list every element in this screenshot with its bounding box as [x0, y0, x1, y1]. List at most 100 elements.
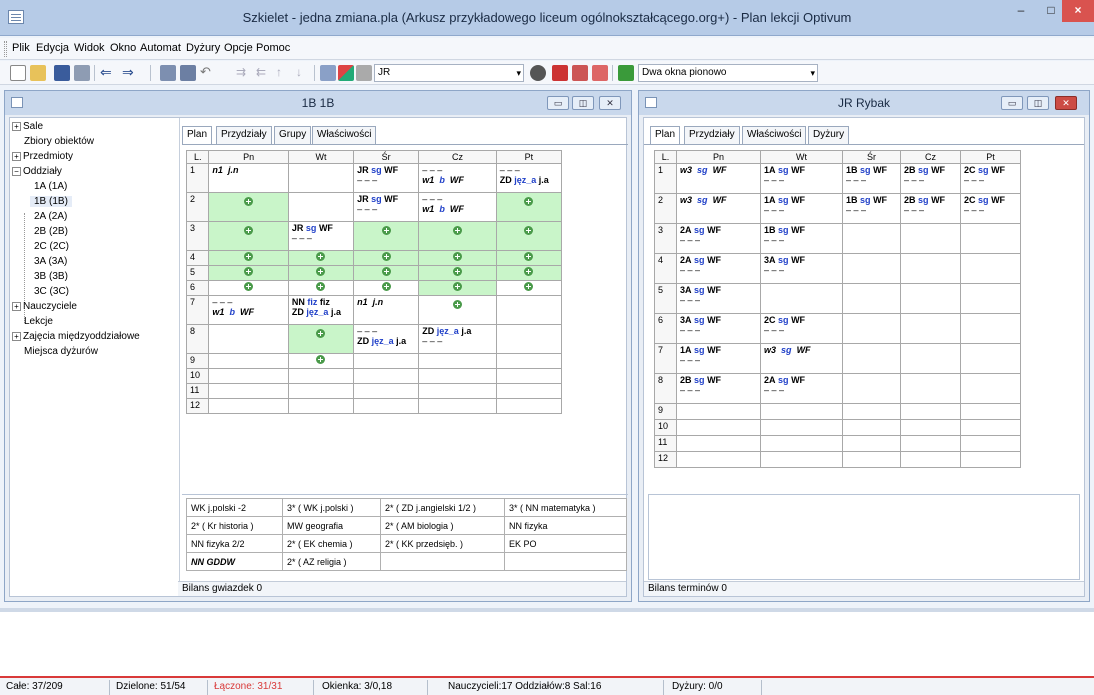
cell-r1-pt[interactable]: – – – ZD jęz_a j.a [495, 163, 563, 193]
add-lesson-icon[interactable] [244, 282, 254, 291]
cell-r6-pn[interactable] [208, 280, 289, 296]
cell-r8-sr[interactable]: – – – ZD jęz_a j.a [353, 324, 420, 354]
add-lesson-icon[interactable] [453, 267, 462, 276]
unassigned-lesson[interactable]: NN GDDW [186, 552, 283, 571]
cell-r4-sr[interactable] [353, 250, 420, 266]
menu-okno[interactable]: Okno [110, 42, 136, 54]
add-lesson-icon[interactable] [381, 267, 391, 276]
cell-r6-pt[interactable] [495, 280, 563, 296]
unassigned-lesson[interactable]: 3* ( NN matematyka ) [504, 498, 627, 517]
cell-r5-cz[interactable] [900, 283, 961, 314]
cell-r12-wt[interactable] [760, 451, 843, 468]
cell-r10-cz[interactable] [900, 419, 961, 436]
tree-item-2b[interactable]: 2B (2B) [34, 226, 68, 237]
cell-r6-cz[interactable] [418, 280, 497, 296]
child-restore-button[interactable]: ◫ [1027, 96, 1049, 110]
cell-r9-sr[interactable] [842, 403, 901, 420]
cell-r3-pt[interactable] [495, 221, 563, 251]
grid-view-icon[interactable] [552, 65, 568, 81]
cell-r11-sr[interactable] [842, 435, 901, 452]
cell-r5-cz[interactable] [418, 265, 497, 281]
add-lesson-icon[interactable] [316, 329, 326, 338]
cell-r1-wt[interactable]: 1A sg WF – – – [760, 163, 843, 194]
cell-r9-wt[interactable] [287, 353, 355, 369]
expand-icon[interactable]: + [12, 301, 21, 311]
cell-r10-pn[interactable] [676, 419, 761, 436]
menu-edycja[interactable]: Edycja [36, 42, 69, 54]
refresh-icon[interactable] [618, 65, 634, 81]
unassigned-lesson[interactable]: MW geografia [282, 516, 381, 535]
cell-r1-cz[interactable]: – – – w1 b WF [418, 163, 497, 193]
cell-r12-pt[interactable] [495, 398, 563, 414]
unassigned-lesson[interactable] [504, 552, 627, 571]
add-lesson-icon[interactable] [524, 267, 534, 276]
cell-r9-cz[interactable] [900, 403, 961, 420]
tree-item-zajecia[interactable]: + Zajęcia międzyoddziałowe [12, 331, 140, 342]
cell-r5-pn[interactable]: 3A sg WF – – – [676, 283, 761, 314]
cell-r8-pn[interactable]: 2B sg WF – – – [676, 373, 761, 404]
tree-item-2c[interactable]: 2C (2C) [34, 241, 69, 252]
object-tree[interactable]: + Sale Zbiory obiektów + Przedmioty − Oddzi… [10, 118, 180, 596]
cell-r6-sr[interactable] [842, 313, 901, 344]
open-folder-icon[interactable] [30, 65, 46, 81]
cell-r11-wt[interactable] [760, 435, 843, 452]
schedule-icon[interactable] [320, 65, 336, 81]
unassigned-lesson[interactable]: 2* ( AZ religia ) [282, 552, 381, 571]
cell-r2-pt[interactable]: 2C sg WF – – – [960, 193, 1021, 224]
child-minimize-button[interactable]: ▭ [547, 96, 569, 110]
child-close-button[interactable]: ✕ [1055, 96, 1077, 110]
cell-r11-pn[interactable] [676, 435, 761, 452]
tab-grupy[interactable]: Grupy [274, 126, 312, 144]
cell-r11-cz[interactable] [418, 383, 497, 399]
class-window-titlebar[interactable]: 1B 1B ▭ ◫ ✕ [5, 91, 631, 115]
cell-r3-cz[interactable] [418, 221, 497, 251]
cell-r4-wt[interactable]: 3A sg WF – – – [760, 253, 843, 284]
cell-r3-wt[interactable]: 1B sg WF – – – [760, 223, 843, 254]
undo-icon[interactable]: ↶ [200, 65, 216, 81]
cell-r6-wt[interactable]: 2C sg WF – – – [760, 313, 843, 344]
tree-item-zbiory[interactable]: Zbiory obiektów [24, 136, 94, 147]
chevron-down-icon[interactable]: ▾ [516, 65, 521, 81]
cell-r4-pt[interactable] [495, 250, 563, 266]
cell-r5-sr[interactable] [353, 265, 420, 281]
tree-item-2a[interactable]: 2A (2A) [34, 211, 67, 222]
cell-r9-pn[interactable] [676, 403, 761, 420]
cell-r2-pn[interactable]: w3 sg WF [676, 193, 761, 224]
add-lesson-icon[interactable] [244, 252, 254, 261]
save-icon[interactable] [54, 65, 70, 81]
cell-r7-wt[interactable]: w3 sg WF [760, 343, 843, 374]
cell-r7-pn[interactable]: 1A sg WF – – – [676, 343, 761, 374]
menu-plik[interactable]: Plik [12, 42, 30, 54]
tree-item-1b[interactable]: 1B (1B) [30, 196, 72, 207]
minimize-button[interactable]: – [1006, 0, 1036, 22]
menu-pomoc[interactable]: Pomoc [256, 42, 290, 54]
cell-r11-cz[interactable] [900, 435, 961, 452]
cell-r6-cz[interactable] [900, 313, 961, 344]
add-lesson-icon[interactable] [453, 282, 462, 291]
cell-r2-pn[interactable] [208, 192, 289, 222]
cell-r7-pn[interactable]: – – – w1 b WF [208, 295, 289, 325]
cell-r1-sr[interactable]: JR sg WF – – – [353, 163, 420, 193]
tree-item-przedmioty[interactable]: + Przedmioty [12, 151, 73, 162]
compare-view-icon[interactable] [592, 65, 608, 81]
add-lesson-icon[interactable] [316, 252, 326, 261]
tree-item-3c[interactable]: 3C (3C) [34, 286, 69, 297]
teacher-unassigned-panel[interactable] [648, 494, 1080, 580]
class-schedule-grid[interactable]: L. Pn Wt Śr Cz Pt 1 n1 j.n JR sg WF – – –… [185, 150, 563, 414]
indent-icon[interactable]: ⇉ [236, 65, 252, 81]
tree-item-oddzialy[interactable]: − Oddziały [12, 166, 62, 177]
cell-r12-wt[interactable] [287, 398, 355, 414]
down-icon[interactable]: ↓ [296, 65, 312, 81]
cell-r8-pn[interactable] [208, 324, 289, 354]
cell-r5-wt[interactable] [287, 265, 355, 281]
expand-icon[interactable]: + [12, 331, 21, 341]
tree-item-1a[interactable]: 1A (1A) [34, 181, 67, 192]
cell-r10-sr[interactable] [842, 419, 901, 436]
child-close-button[interactable]: ✕ [599, 96, 621, 110]
cell-r5-wt[interactable] [760, 283, 843, 314]
cell-r6-sr[interactable] [353, 280, 420, 296]
unassigned-lesson[interactable]: WK j.polski -2 [186, 498, 283, 517]
tree-item-nauczyciele[interactable]: + Nauczyciele [12, 301, 77, 312]
cell-r8-pt[interactable] [960, 373, 1021, 404]
expand-icon[interactable]: + [12, 121, 21, 131]
